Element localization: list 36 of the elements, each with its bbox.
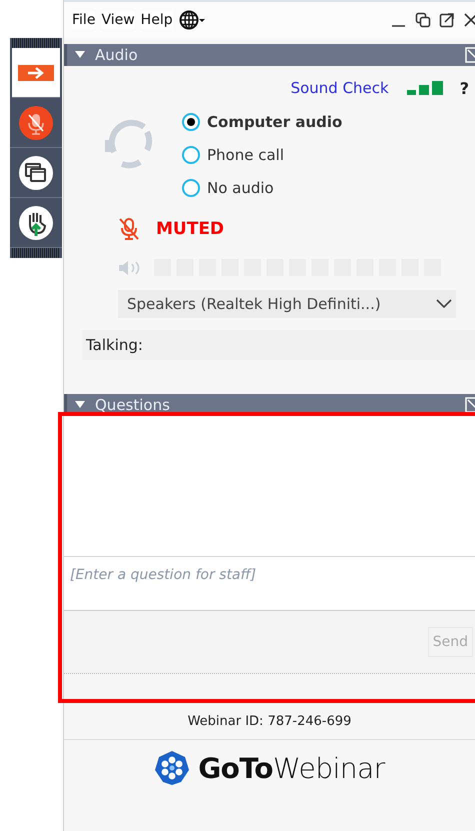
panel-title: Questions (95, 396, 171, 414)
radio-label: No audio (207, 179, 274, 197)
raised-hand-icon[interactable] (19, 206, 53, 240)
windows-icon[interactable] (19, 156, 53, 190)
grip-handle[interactable] (12, 248, 60, 258)
question-field[interactable]: [Enter a question for staff] (64, 557, 475, 611)
speaker-dropdown[interactable]: Speakers (Realtek High Definiti...) (118, 290, 456, 318)
menu-item[interactable]: File (72, 11, 96, 29)
webinar-id: Webinar ID: 787-246-699 (64, 714, 475, 740)
radio-label: Phone call (207, 146, 284, 164)
sound-check-link[interactable]: Sound Check (290, 79, 389, 97)
speaker-icon (118, 260, 142, 276)
mute-status: MUTED (156, 219, 224, 239)
globe-menu-icon[interactable] (178, 10, 205, 30)
talking-label: Talking: (86, 336, 143, 354)
signal-bars-icon (406, 81, 443, 95)
muted-microphone-icon[interactable] (118, 217, 140, 241)
panel-header[interactable]: Audio (64, 44, 475, 66)
help-button[interactable]: ? (460, 78, 469, 98)
muted-microphone-icon[interactable] (19, 106, 53, 140)
menu-item[interactable]: View (101, 11, 135, 29)
grip-handle[interactable] (12, 38, 60, 48)
menu-item[interactable]: Help (140, 11, 173, 29)
logo-text: GoToWebinar (198, 752, 385, 784)
radio-label: Computer audio (207, 113, 342, 131)
chevron-down-icon (436, 299, 452, 309)
restore-icon[interactable] (415, 12, 431, 28)
close-icon[interactable] (463, 12, 475, 28)
radio-button[interactable] (182, 146, 200, 164)
radio-button[interactable] (182, 113, 200, 131)
collapse-triangle-icon[interactable] (75, 51, 85, 59)
panel-title: Audio (95, 46, 139, 64)
radio-button[interactable] (182, 179, 200, 197)
flower-logo-icon (154, 750, 190, 786)
popout-icon[interactable] (439, 12, 455, 28)
collapse-triangle-icon[interactable] (75, 401, 85, 409)
